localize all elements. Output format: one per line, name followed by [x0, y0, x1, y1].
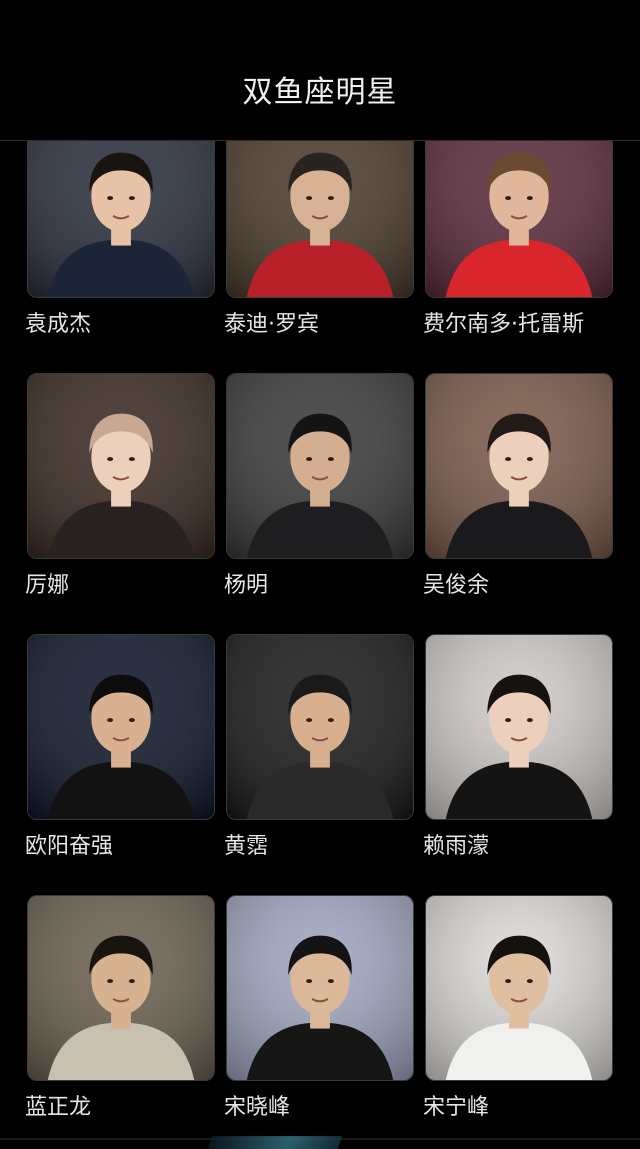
celebrity-name: 蓝正龙 [25, 1095, 92, 1120]
celebrity-photo[interactable] [27, 373, 215, 559]
page-title: 双鱼座明星 [242, 75, 398, 110]
celebrity-name: 赖雨濛 [423, 834, 490, 859]
celebrity-name: 厉娜 [25, 573, 70, 598]
page-header: 双鱼座明星 [0, 0, 640, 141]
celebrity-name: 费尔南多·托雷斯 [423, 312, 584, 337]
celebrity-name: 欧阳奋强 [25, 834, 114, 859]
celebrity-photo[interactable] [27, 634, 215, 820]
celebrity-name: 袁成杰 [25, 312, 92, 337]
celebrity-photo[interactable] [425, 634, 613, 820]
celebrity-photo[interactable] [226, 373, 414, 559]
celebrity-photo[interactable] [27, 895, 215, 1081]
celebrity-photo[interactable] [226, 895, 414, 1081]
celebrity-name: 宋晓峰 [224, 1095, 291, 1120]
celebrity-name: 杨明 [224, 573, 269, 598]
header-divider [0, 140, 640, 141]
celebrity-name: 泰迪·罗宾 [224, 312, 319, 337]
celebrity-photo[interactable] [425, 373, 613, 559]
celebrity-grid: 袁成杰 泰迪·罗宾 费尔南多·托雷斯厉娜 杨明 吴俊余欧阳奋强 黄霑 赖雨濛蓝正龙 宋晓峰 宋宁… [0, 0, 640, 1149]
celebrity-name: 宋宁峰 [423, 1095, 490, 1120]
bottom-accent-graphic [207, 1136, 343, 1149]
celebrity-name: 吴俊余 [423, 573, 490, 598]
celebrity-name: 黄霑 [224, 834, 269, 859]
celebrity-photo[interactable] [425, 895, 613, 1081]
celebrity-photo[interactable] [226, 634, 414, 820]
